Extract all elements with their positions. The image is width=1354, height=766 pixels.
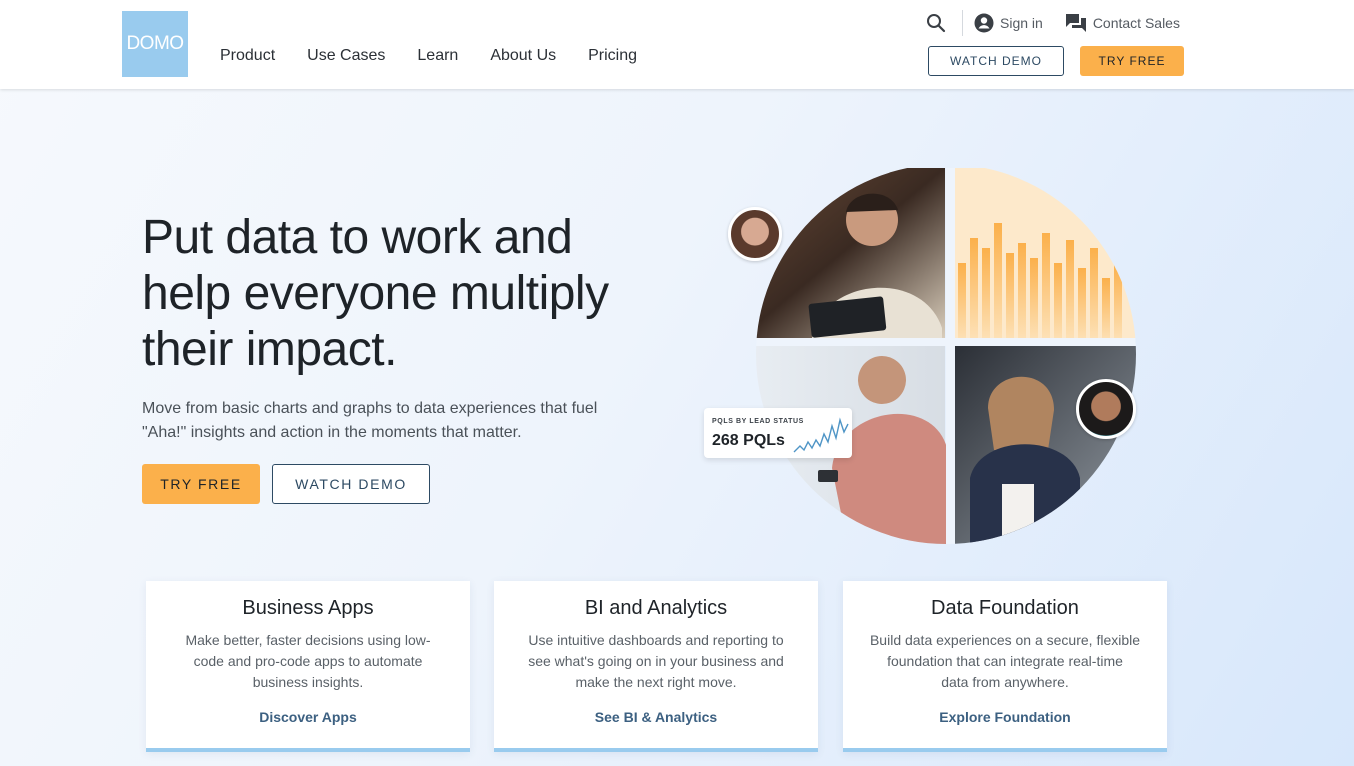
hero-subtitle: Move from basic charts and graphs to dat… xyxy=(142,397,652,445)
hero-title: Put data to work and help everyone multi… xyxy=(142,210,662,378)
card-description-line: Make better, faster decisions using low- xyxy=(185,632,431,648)
hero-subtitle-line: Move from basic charts and graphs to dat… xyxy=(142,400,598,417)
account-icon xyxy=(974,13,994,33)
search-icon[interactable] xyxy=(924,11,948,35)
nav-use-cases[interactable]: Use Cases xyxy=(307,47,385,65)
nav-learn[interactable]: Learn xyxy=(417,47,458,65)
pql-stat-card: PQLS BY LEAD STATUS 268 PQLs xyxy=(704,408,852,458)
pql-stat-value: 268 PQLs xyxy=(712,432,785,449)
hero-title-line: Put data to work and xyxy=(142,211,573,264)
nav-product[interactable]: Product xyxy=(220,47,275,65)
explore-foundation-link[interactable]: Explore Foundation xyxy=(843,709,1167,725)
card-description-line: Use intuitive dashboards and reporting t… xyxy=(528,632,784,648)
header-try-free-button[interactable]: TRY FREE xyxy=(1080,46,1184,76)
card-description-line: data from anywhere. xyxy=(941,674,1069,690)
card-title: Business Apps xyxy=(242,597,374,619)
sparkline-icon xyxy=(793,417,849,453)
hero-try-free-button[interactable]: TRY FREE xyxy=(142,464,260,504)
card-description-line: business insights. xyxy=(252,674,364,690)
card-description-line: Build data experiences on a secure, flex… xyxy=(869,632,1141,648)
domo-logo[interactable]: DOMO xyxy=(122,11,188,77)
card-description: Build data experiences on a secure, flex… xyxy=(860,630,1150,693)
nav-pricing[interactable]: Pricing xyxy=(588,47,637,65)
card-data-foundation: Data Foundation Build data experiences o… xyxy=(843,581,1167,752)
main-nav: Product Use Cases Learn About Us Pricing xyxy=(220,47,669,65)
card-description-line: make the next right move. xyxy=(575,674,737,690)
sign-in-link[interactable]: Sign in xyxy=(974,13,1043,33)
pql-stat-label: PQLS BY LEAD STATUS xyxy=(712,418,804,425)
card-bi-analytics: BI and Analytics Use intuitive dashboard… xyxy=(494,581,818,752)
site-header: DOMO Product Use Cases Learn About Us Pr… xyxy=(0,0,1354,89)
sign-in-label: Sign in xyxy=(1000,15,1043,31)
see-bi-analytics-link[interactable]: See BI & Analytics xyxy=(494,709,818,725)
chat-icon xyxy=(1065,14,1086,32)
card-description: Use intuitive dashboards and reporting t… xyxy=(511,630,801,693)
utility-bar: Sign in Contact Sales xyxy=(924,10,1202,36)
card-description-line: code and pro-code apps to automate xyxy=(193,653,423,669)
card-description-line: see what's going on in your business and xyxy=(528,653,784,669)
avatar-woman-2 xyxy=(1076,379,1136,439)
card-title: Data Foundation xyxy=(931,597,1079,619)
divider xyxy=(962,10,963,36)
hero-title-line: help everyone multiply xyxy=(142,267,609,320)
card-description: Make better, faster decisions using low-… xyxy=(163,630,453,693)
hero-subtitle-line: "Aha!" insights and action in the moment… xyxy=(142,424,522,441)
nav-about-us[interactable]: About Us xyxy=(490,47,556,65)
hero-watch-demo-button[interactable]: WATCH DEMO xyxy=(272,464,430,504)
contact-sales-link[interactable]: Contact Sales xyxy=(1065,13,1180,33)
header-watch-demo-button[interactable]: WATCH DEMO xyxy=(928,46,1064,76)
card-title: BI and Analytics xyxy=(584,597,728,619)
avatar-woman-1 xyxy=(728,207,782,261)
hero-title-line: their impact. xyxy=(142,323,397,376)
card-description-line: foundation that can integrate real-time xyxy=(887,653,1123,669)
hero-collage: PQLS BY LEAD STATUS 268 PQLs xyxy=(700,168,1150,548)
card-business-apps: Business Apps Make better, faster decisi… xyxy=(146,581,470,752)
contact-sales-label: Contact Sales xyxy=(1092,15,1180,31)
discover-apps-link[interactable]: Discover Apps xyxy=(146,709,470,725)
